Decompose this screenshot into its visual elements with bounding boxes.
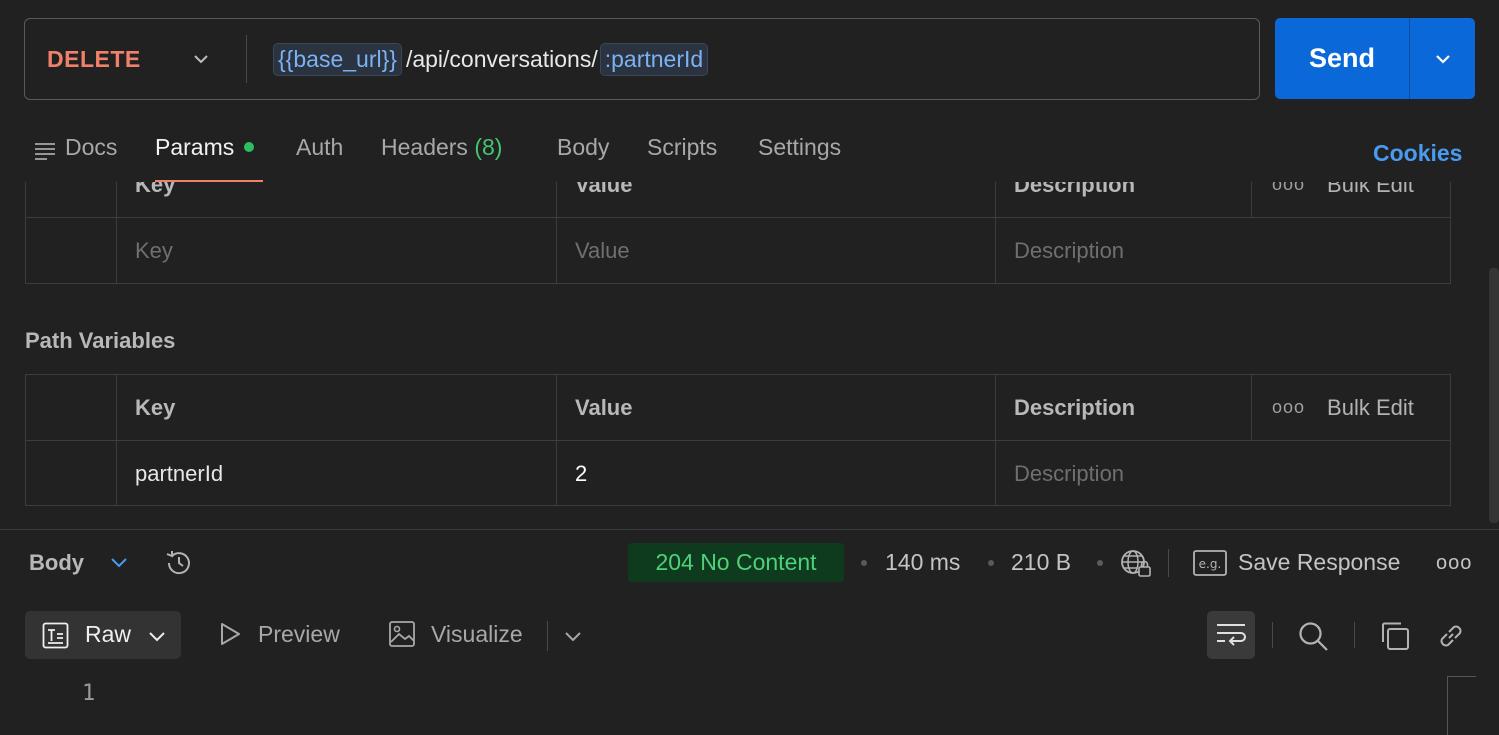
divider (1168, 549, 1169, 577)
url-path-text: /api/conversations/ (405, 45, 598, 72)
image-icon[interactable] (388, 620, 416, 648)
column-header-key: Key (116, 375, 556, 440)
divider (1409, 18, 1410, 99)
tab-auth[interactable]: Auth (296, 134, 343, 161)
divider (1354, 622, 1355, 648)
path-variable-value[interactable]: 2 (556, 441, 995, 506)
params-active-dot (244, 141, 255, 152)
response-body-label[interactable]: Body (29, 550, 84, 576)
visualize-tab[interactable]: Visualize (431, 621, 523, 648)
column-header-description: Description (995, 375, 1252, 440)
method-selector[interactable]: DELETE (47, 19, 141, 99)
tab-scripts[interactable]: Scripts (647, 134, 717, 161)
tab-body[interactable]: Body (557, 134, 609, 161)
line-number: 1 (82, 681, 96, 706)
description-input[interactable]: Description (995, 218, 1450, 283)
tab-settings[interactable]: Settings (758, 134, 841, 161)
tab-headers-label: Headers (381, 134, 468, 160)
more-options-icon[interactable]: ooo (1436, 552, 1472, 575)
request-url-bar: DELETE {{base_url}} /api/conversations/ … (24, 18, 1260, 100)
description-input[interactable]: Description (995, 441, 1451, 506)
tab-docs[interactable]: Docs (65, 134, 117, 161)
bulk-edit-label: Bulk Edit (1327, 394, 1414, 420)
status-badge: 204 No Content (628, 543, 844, 582)
table-header-row: Key Value Description ooo Bulk Edit (26, 182, 1450, 218)
divider (1272, 622, 1273, 648)
separator-dot (988, 560, 994, 566)
search-icon[interactable] (1297, 620, 1329, 652)
request-tabs: Docs Params Auth Headers (8) Body Script… (0, 126, 1499, 182)
history-icon[interactable] (163, 547, 195, 579)
link-icon[interactable] (1435, 620, 1467, 652)
play-icon[interactable] (216, 620, 244, 648)
chevron-down-icon[interactable] (563, 626, 583, 646)
value-input[interactable]: Value (556, 218, 995, 283)
svg-text:e.g.: e.g. (1199, 557, 1222, 571)
path-variables-table: Key Value Description ooo Bulk Edit partn… (25, 374, 1451, 506)
table-header-row: Key Value Description ooo Bulk Edit (26, 375, 1450, 441)
docs-icon (35, 143, 55, 160)
path-variable-key[interactable]: partnerId (116, 441, 556, 506)
headers-count: (8) (474, 134, 503, 160)
separator-dot (1097, 560, 1103, 566)
format-raw-dropdown[interactable]: Raw (25, 611, 181, 659)
path-variables-title: Path Variables (25, 328, 176, 353)
url-input[interactable]: {{base_url}} /api/conversations/ :partne… (273, 41, 709, 77)
column-header-key: Key (116, 182, 556, 217)
example-icon: e.g. (1193, 550, 1227, 576)
path-variable-chip[interactable]: :partnerId (599, 42, 709, 76)
bulk-edit-label: Bulk Edit (1327, 182, 1414, 197)
base-url-variable[interactable]: {{base_url}} (273, 42, 402, 76)
send-button[interactable]: Send (1275, 18, 1409, 99)
chevron-down-icon[interactable] (191, 49, 211, 69)
more-icon: ooo (1272, 397, 1306, 417)
chevron-down-icon[interactable] (1432, 48, 1454, 70)
send-button-group: Send (1275, 18, 1475, 99)
response-size: 210 B (1011, 549, 1072, 575)
query-params-table: Key Value Description ooo Bulk Edit Key V… (25, 182, 1451, 284)
tab-params[interactable]: Params (155, 134, 255, 161)
wrap-lines-button[interactable] (1207, 611, 1255, 659)
divider (547, 621, 548, 651)
bulk-edit-button[interactable]: ooo Bulk Edit (1251, 182, 1450, 217)
scrollbar[interactable] (1489, 268, 1499, 523)
network-lock-icon[interactable] (1119, 547, 1153, 579)
editor-minimap (1447, 676, 1476, 735)
copy-icon[interactable] (1379, 620, 1411, 652)
column-header-value: Value (556, 182, 995, 217)
save-response-button[interactable]: Save Response (1238, 549, 1400, 576)
key-input[interactable]: Key (116, 218, 556, 283)
chevron-down-icon[interactable] (108, 553, 130, 573)
wrap-lines-icon (1217, 624, 1246, 646)
text-format-icon (42, 622, 69, 649)
response-time: 140 ms (885, 549, 961, 575)
more-icon: ooo (1272, 182, 1306, 194)
table-row: Key Value Description (26, 218, 1450, 283)
table-row: partnerId 2 Description (26, 441, 1450, 506)
tab-headers[interactable]: Headers (8) (381, 134, 502, 161)
divider (246, 35, 247, 83)
tab-params-label: Params (155, 134, 235, 160)
cookies-link[interactable]: Cookies (1373, 140, 1462, 167)
preview-tab[interactable]: Preview (258, 621, 340, 648)
column-header-description: Description (995, 182, 1252, 217)
bulk-edit-button[interactable]: ooo Bulk Edit (1251, 375, 1451, 440)
separator-dot (861, 560, 867, 566)
chevron-down-icon (149, 632, 165, 642)
pane-divider[interactable] (0, 529, 1499, 530)
raw-label: Raw (85, 621, 132, 647)
column-header-value: Value (556, 375, 995, 440)
